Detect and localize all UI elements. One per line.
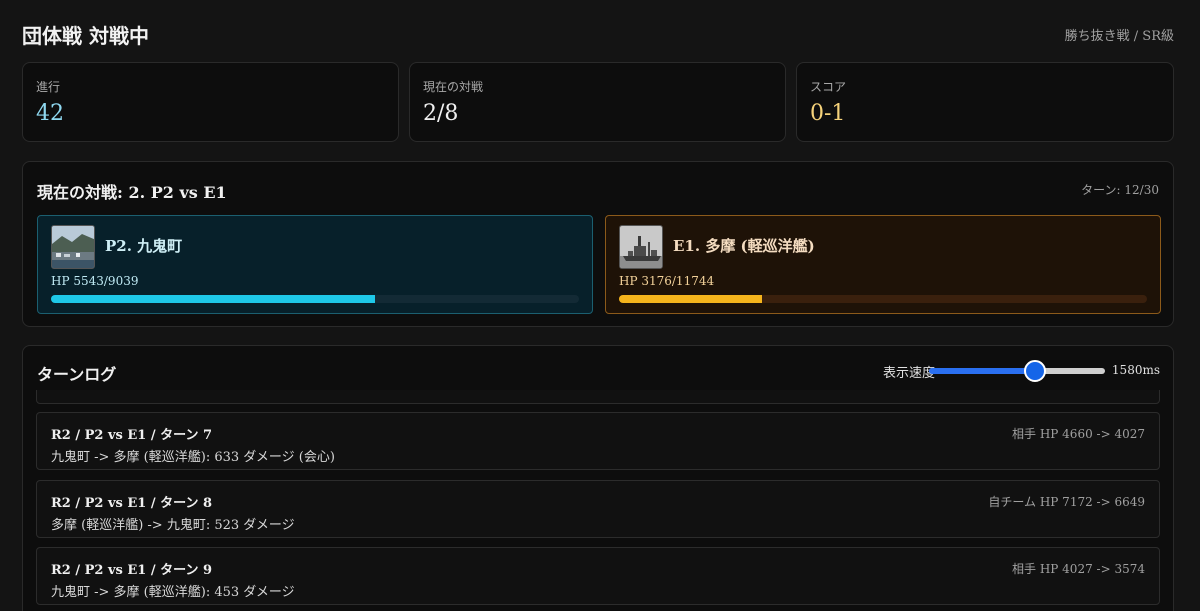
enemy-hp-text: HP 3176/11744 <box>619 274 715 288</box>
stat-value: 42 <box>36 101 64 126</box>
stat-label: 進行 <box>36 80 61 94</box>
turn-log-list[interactable]: R2 / P2 vs E1 / ターン 7 相手 HP 4660 -> 4027… <box>36 390 1160 610</box>
turn-counter: ターン: 12/30 <box>1081 183 1159 197</box>
player-thumbnail <box>51 225 95 269</box>
battle-mode-label: 勝ち抜き戦 / SR級 <box>1064 29 1174 44</box>
speed-slider-fill <box>929 368 1035 374</box>
log-entry-detail: 多摩 (軽巡洋艦) -> 九鬼町: 523 ダメージ <box>51 518 295 533</box>
stat-label: 現在の対戦 <box>423 80 484 94</box>
player-name: P2. 九鬼町 <box>105 237 183 255</box>
log-entry-detail: 九鬼町 -> 多摩 (軽巡洋艦): 633 ダメージ (会心) <box>51 450 335 465</box>
log-entry: R2 / P2 vs E1 / ターン 9 相手 HP 4027 -> 3574… <box>36 547 1160 605</box>
enemy-name: E1. 多摩 (軽巡洋艦) <box>673 237 815 255</box>
enemy-fighter-card: E1. 多摩 (軽巡洋艦) HP 3176/11744 <box>605 215 1161 314</box>
log-entry-hp: 相手 HP 4027 -> 3574 <box>1012 562 1145 576</box>
log-entry-title: R2 / P2 vs E1 / ターン 8 <box>51 496 213 511</box>
player-hp-text: HP 5543/9039 <box>51 274 139 288</box>
enemy-hp-bar <box>619 295 1147 303</box>
player-hp-fill <box>51 295 375 303</box>
log-entry-detail: 九鬼町 -> 多摩 (軽巡洋艦): 453 ダメージ <box>51 585 295 600</box>
stat-value: 0-1 <box>810 101 846 126</box>
enemy-hp-fill <box>619 295 762 303</box>
log-entry-hp: 相手 HP 4660 -> 4027 <box>1012 427 1145 441</box>
turn-log-panel: ターンログ 表示速度 1580ms R2 / P2 vs E1 / ターン 7 … <box>22 345 1174 611</box>
log-entry-partial <box>36 390 1160 404</box>
player-hp-bar <box>51 295 579 303</box>
stat-label: スコア <box>810 80 847 94</box>
speed-slider-thumb[interactable] <box>1023 360 1046 382</box>
turn-log-title: ターンログ <box>37 365 117 384</box>
log-entry: R2 / P2 vs E1 / ターン 8 自チーム HP 7172 -> 66… <box>36 480 1160 538</box>
player-fighter-card: P2. 九鬼町 HP 5543/9039 <box>37 215 593 314</box>
log-entry-title: R2 / P2 vs E1 / ターン 7 <box>51 428 213 443</box>
enemy-thumbnail <box>619 225 663 269</box>
log-entry-title: R2 / P2 vs E1 / ターン 9 <box>51 563 213 578</box>
page-header: 団体戦 対戦中 勝ち抜き戦 / SR級 <box>22 20 1174 48</box>
stat-card-progress: 進行 42 <box>22 62 399 142</box>
stat-card-score: スコア 0-1 <box>796 62 1174 142</box>
page-title: 団体戦 対戦中 <box>22 24 149 48</box>
speed-label: 表示速度 <box>882 366 935 381</box>
stat-value: 2/8 <box>423 101 459 126</box>
stat-card-current-match: 現在の対戦 2/8 <box>409 62 786 142</box>
current-match-panel: 現在の対戦: 2. P2 vs E1 ターン: 12/30 P2. 九鬼町 HP… <box>22 161 1174 327</box>
speed-slider[interactable] <box>929 360 1105 382</box>
speed-value: 1580ms <box>1111 363 1160 377</box>
log-entry-hp: 自チーム HP 7172 -> 6649 <box>988 495 1145 509</box>
log-entry: R2 / P2 vs E1 / ターン 7 相手 HP 4660 -> 4027… <box>36 412 1160 470</box>
current-match-title: 現在の対戦: 2. P2 vs E1 <box>37 183 227 202</box>
